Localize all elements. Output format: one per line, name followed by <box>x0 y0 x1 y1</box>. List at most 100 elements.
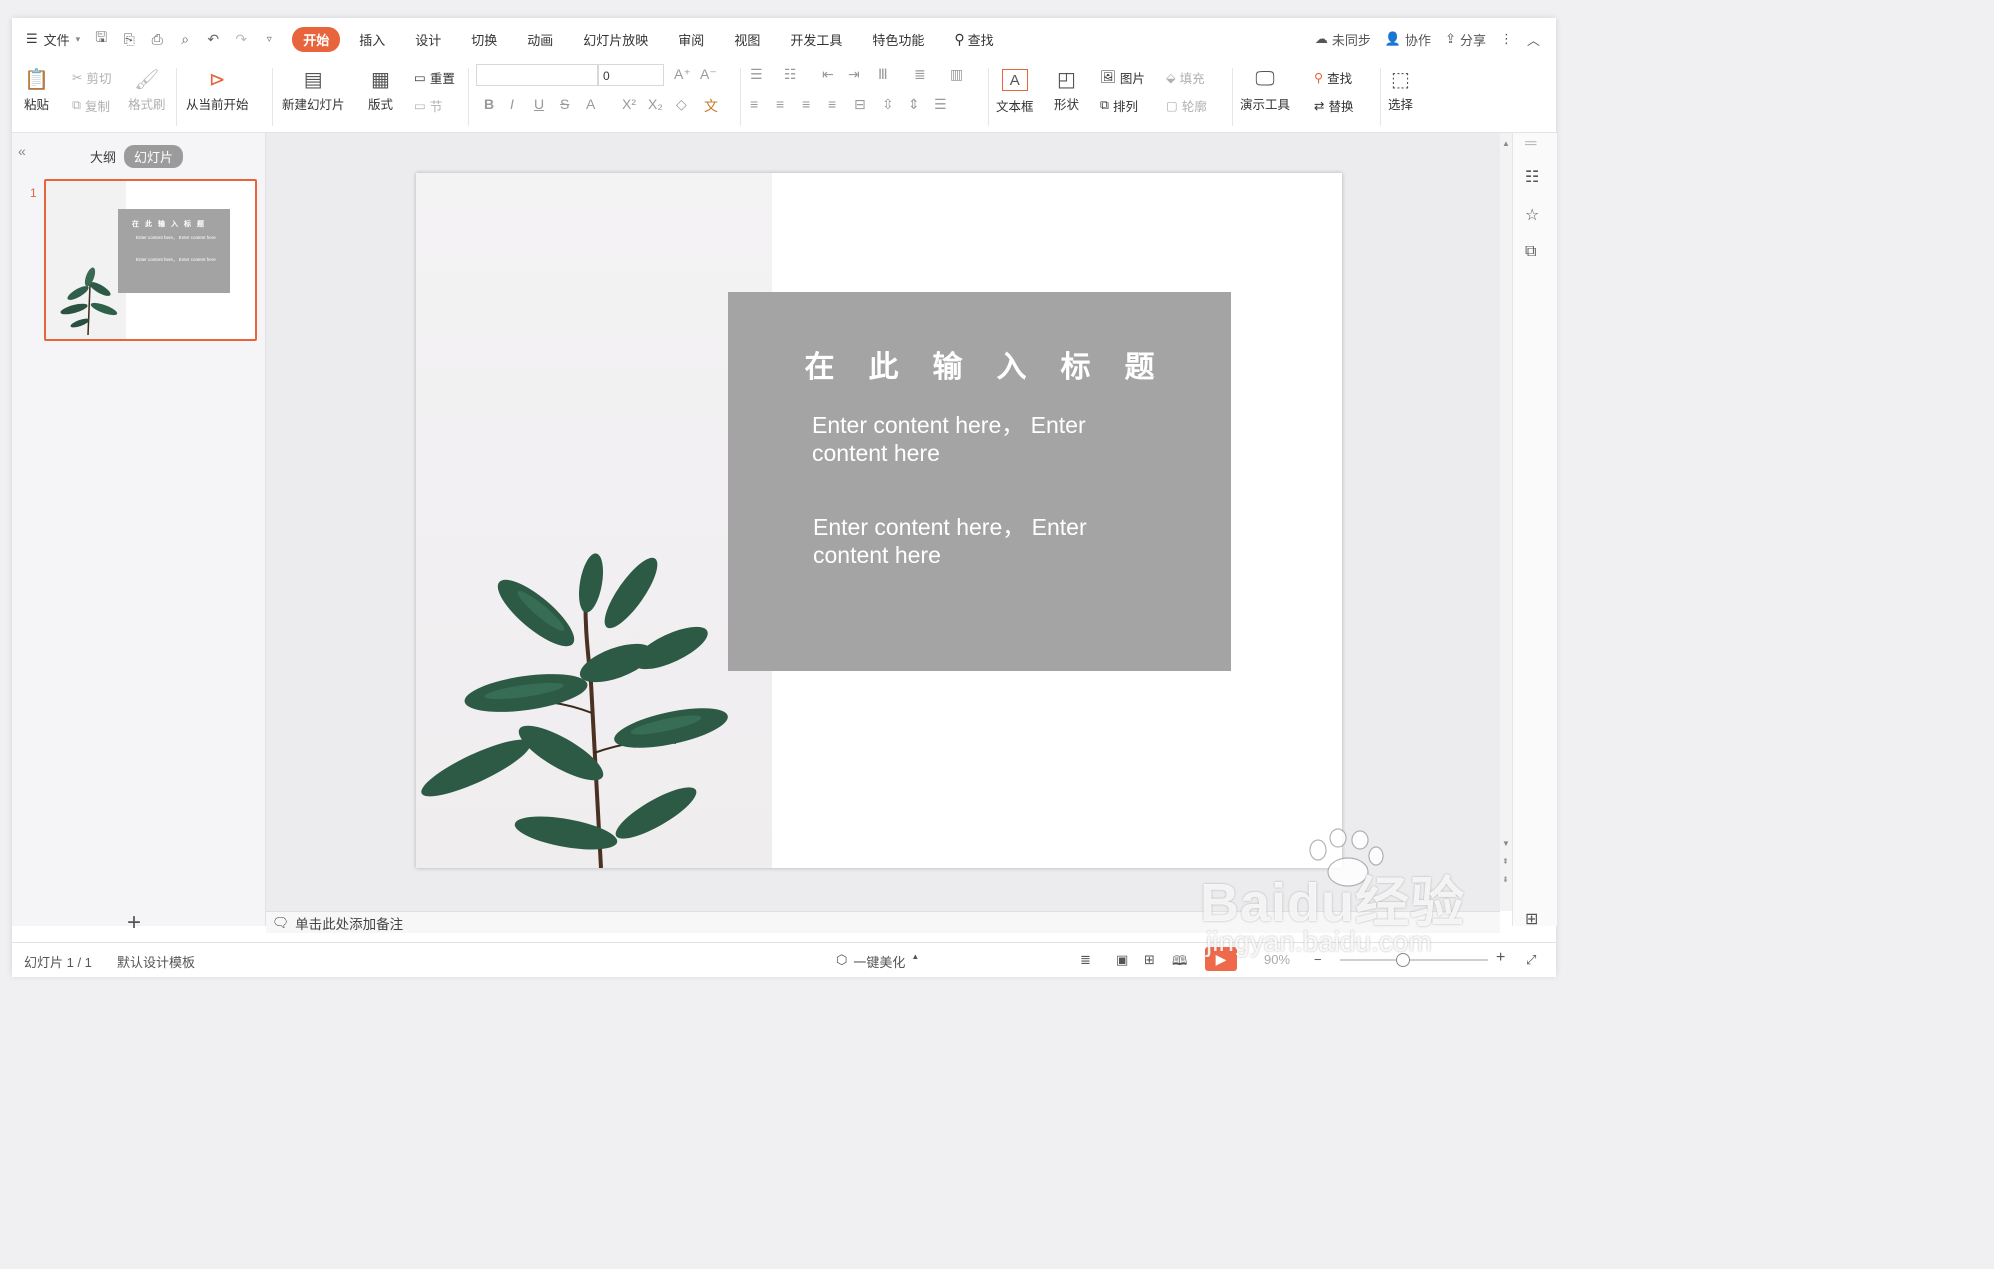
section-button[interactable]: ▭ 节 <box>414 96 442 115</box>
collaborate-button[interactable]: 👤 协作 <box>1385 30 1431 49</box>
scroll-down-icon[interactable]: ▼ <box>1502 839 1510 848</box>
bold-icon[interactable]: B <box>484 96 494 112</box>
file-menu[interactable]: ☰ 文件 ▾ <box>26 30 80 49</box>
slide-sorter-icon[interactable]: ⊞ <box>1144 952 1155 968</box>
strikethrough-icon[interactable]: S <box>560 96 569 112</box>
normal-view-icon[interactable]: ▣ <box>1116 952 1128 968</box>
increase-font-icon[interactable]: A⁺ <box>674 66 691 83</box>
share-button[interactable]: ⇪ 分享 <box>1445 30 1486 49</box>
animation-star-icon[interactable]: ☆ <box>1525 205 1539 225</box>
undo-icon[interactable]: ↶ <box>204 31 222 48</box>
tab-transitions[interactable]: 切换 <box>460 27 508 52</box>
tab-outline[interactable]: 大纲 <box>90 147 116 166</box>
reset-button[interactable]: ▭ 重置 <box>414 68 455 87</box>
layout-button[interactable]: ▦ 版式 <box>368 64 393 113</box>
outline-button[interactable]: ▢ 轮廓 <box>1166 96 1207 115</box>
tab-review[interactable]: 审阅 <box>667 27 715 52</box>
sync-status-button[interactable]: ☁ 未同步 <box>1315 30 1371 49</box>
vertical-scrollbar[interactable]: ▲ ▼ ⇞ ⇟ <box>1500 133 1512 911</box>
find-button[interactable]: ⚲ 查找 <box>1314 68 1352 87</box>
transition-icon[interactable]: ⧉ <box>1525 243 1536 261</box>
vertical-align-icon[interactable]: ⇳ <box>882 96 894 113</box>
notes-toggle-icon[interactable]: ≣ <box>1080 952 1091 968</box>
slide-body-text-1[interactable]: Enter content here， Enter content here <box>812 411 1142 467</box>
align-center-icon[interactable]: ≡ <box>776 96 784 112</box>
customize-icon[interactable]: ▿ <box>260 34 278 45</box>
tab-home[interactable]: 开始 <box>292 26 341 52</box>
replace-button[interactable]: ⇄ 替换 <box>1314 96 1354 115</box>
phonetic-icon[interactable]: 文 <box>704 96 718 116</box>
justify-icon[interactable]: ≡ <box>828 96 836 112</box>
paste-button[interactable]: 📋 粘贴 <box>24 64 49 113</box>
cut-button[interactable]: ✂ 剪切 <box>72 68 112 87</box>
print-preview-icon[interactable]: ⌕ <box>176 31 194 48</box>
arrange-button[interactable]: ⧉ 排列 <box>1100 96 1138 115</box>
text-direction-icon[interactable]: Ⅲ <box>878 66 888 83</box>
slide-thumbnail[interactable]: 在此输入标题 Enter content here， Enter content… <box>44 179 257 341</box>
collapse-panel-icon[interactable]: « <box>18 143 26 159</box>
distributed-icon[interactable]: ⊟ <box>854 96 866 113</box>
slide-canvas[interactable]: 在此输入标题 Enter content here， Enter content… <box>416 173 1342 868</box>
picture-button[interactable]: 🖼 图片 <box>1100 68 1145 87</box>
zoom-in-icon[interactable]: + <box>1496 949 1505 967</box>
line-spacing-icon[interactable]: ≣ <box>914 66 926 83</box>
tab-insert[interactable]: 插入 <box>348 27 396 52</box>
underline-icon[interactable]: U <box>534 96 544 112</box>
tab-special-features[interactable]: 特色功能 <box>861 27 935 52</box>
font-size-input[interactable]: 0 <box>598 64 664 86</box>
align-right-icon[interactable]: ≡ <box>802 96 810 112</box>
zoom-slider-track[interactable] <box>1340 959 1488 961</box>
fit-window-icon[interactable]: ⤢ <box>1526 952 1536 968</box>
tab-slideshow[interactable]: 幻灯片放映 <box>572 27 659 52</box>
template-name[interactable]: 默认设计模板 <box>117 952 195 971</box>
print-icon[interactable]: ⎙ <box>148 31 166 48</box>
grid-apps-icon[interactable]: ⊞ <box>1525 909 1538 929</box>
tab-slides[interactable]: 幻灯片 <box>124 145 184 168</box>
export-icon[interactable]: ⎘ <box>120 31 138 48</box>
text-box-button[interactable]: A 文本框 <box>996 64 1034 115</box>
collapse-ribbon-icon[interactable]: ︿ <box>1527 30 1540 49</box>
comment-icon: 🗨 <box>272 914 290 930</box>
scroll-up-icon[interactable]: ▲ <box>1502 139 1510 148</box>
font-color-icon[interactable]: A <box>586 96 595 112</box>
redo-icon[interactable]: ↷ <box>232 31 250 48</box>
more-options-icon[interactable]: ⋮ <box>1500 31 1513 47</box>
search-command[interactable]: ⚲ 查找 <box>943 27 1004 52</box>
format-painter-button[interactable]: 🖌 格式刷 <box>128 64 166 113</box>
previous-slide-icon[interactable]: ⇞ <box>1502 857 1509 866</box>
new-slide-button[interactable]: ▤ 新建幻灯片 <box>282 64 345 113</box>
tab-view[interactable]: 视图 <box>723 27 771 52</box>
superscript-icon[interactable]: X² <box>622 96 636 112</box>
decrease-font-icon[interactable]: A⁻ <box>700 66 717 83</box>
tab-design[interactable]: 设计 <box>404 27 452 52</box>
column-icon[interactable]: ▥ <box>950 66 963 83</box>
save-icon[interactable]: 🖫 <box>92 27 110 51</box>
increase-indent-icon[interactable]: ⇥ <box>848 66 860 83</box>
clear-format-icon[interactable]: ◇ <box>676 96 687 113</box>
tab-developer[interactable]: 开发工具 <box>779 27 853 52</box>
italic-icon[interactable]: I <box>510 96 514 112</box>
decrease-indent-icon[interactable]: ⇤ <box>822 66 834 83</box>
beautify-button[interactable]: ⬡ 一键美化 ▲ <box>836 952 919 971</box>
tab-animations[interactable]: 动画 <box>516 27 564 52</box>
align-left-icon[interactable]: ≡ <box>750 96 758 112</box>
font-name-input[interactable] <box>476 64 598 86</box>
paragraph-spacing-icon[interactable]: ⇕ <box>908 96 920 113</box>
play-from-current-button[interactable]: ⊳ 从当前开始 <box>186 64 249 113</box>
subscript-icon[interactable]: X₂ <box>648 96 663 112</box>
more-paragraph-icon[interactable]: ☰ <box>934 96 947 113</box>
reading-view-icon[interactable]: 🕮 <box>1172 952 1187 974</box>
shape-button[interactable]: ◰ 形状 <box>1054 64 1079 113</box>
next-slide-icon[interactable]: ⇟ <box>1502 875 1509 884</box>
bullets-icon[interactable]: ☰ <box>750 66 763 83</box>
presentation-tools-button[interactable]: 🖵 演示工具 <box>1240 64 1290 113</box>
settings-sliders-icon[interactable]: ☷ <box>1525 167 1539 187</box>
select-button[interactable]: ⬚ 选择 <box>1388 64 1413 113</box>
numbering-icon[interactable]: ☷ <box>784 66 797 83</box>
add-slide-icon[interactable]: + <box>127 909 141 937</box>
slide-title[interactable]: 在此输入标题 <box>728 342 1231 386</box>
fill-button[interactable]: ⬙ 填充 <box>1166 68 1205 87</box>
slide-body-text-2[interactable]: Enter content here， Enter content here <box>813 513 1143 569</box>
title-content-box[interactable]: 在此输入标题 Enter content here， Enter content… <box>728 292 1231 671</box>
copy-button[interactable]: ⧉ 复制 <box>72 96 110 115</box>
